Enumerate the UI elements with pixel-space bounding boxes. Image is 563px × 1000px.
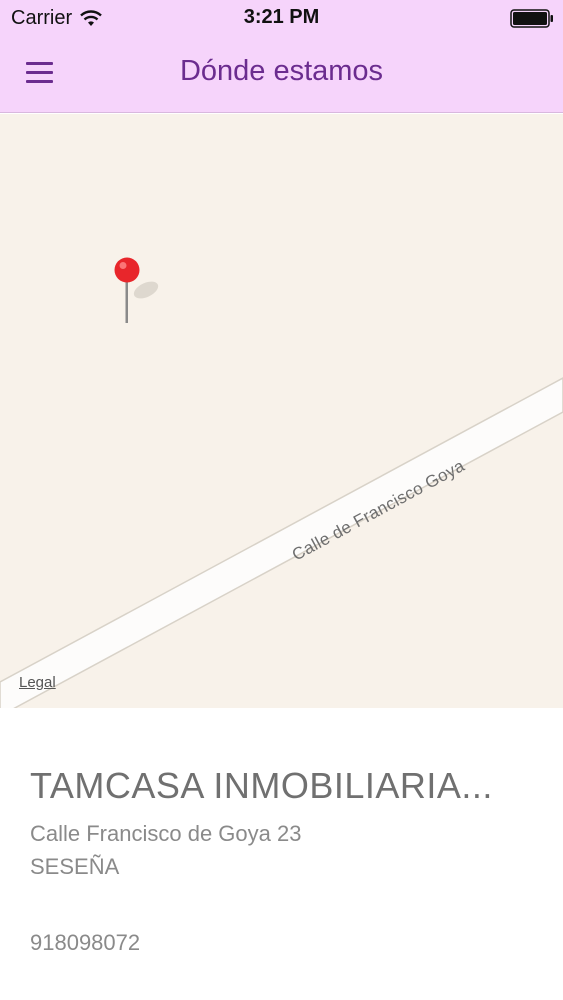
page-title: Dónde estamos xyxy=(179,55,384,87)
company-name: TAMCASA INMOBILIARIA... xyxy=(30,765,493,806)
street-name-label: Calle de Francisco Goya xyxy=(289,456,468,565)
map-legal-link[interactable]: Legal xyxy=(19,674,56,691)
street-road xyxy=(0,377,563,708)
map-view[interactable]: Calle de Francisco Goya Legal xyxy=(0,114,563,708)
pin-shadow xyxy=(133,281,159,299)
street-address: Calle Francisco de Goya 23 xyxy=(30,821,302,846)
top-bar: Carrier 3:21 PM Dónde estamos xyxy=(0,0,563,113)
phone-number[interactable]: 918098072 xyxy=(30,930,140,956)
battery-icon xyxy=(510,9,553,28)
map-canvas: Calle de Francisco Goya xyxy=(0,257,563,708)
status-time: 3:21 PM xyxy=(243,6,320,28)
city-name: SESEÑA xyxy=(30,854,120,879)
place-info-panel: TAMCASA INMOBILIARIA... Calle Francisco … xyxy=(0,708,563,1000)
status-bar: Carrier 3:21 PM xyxy=(0,0,563,36)
